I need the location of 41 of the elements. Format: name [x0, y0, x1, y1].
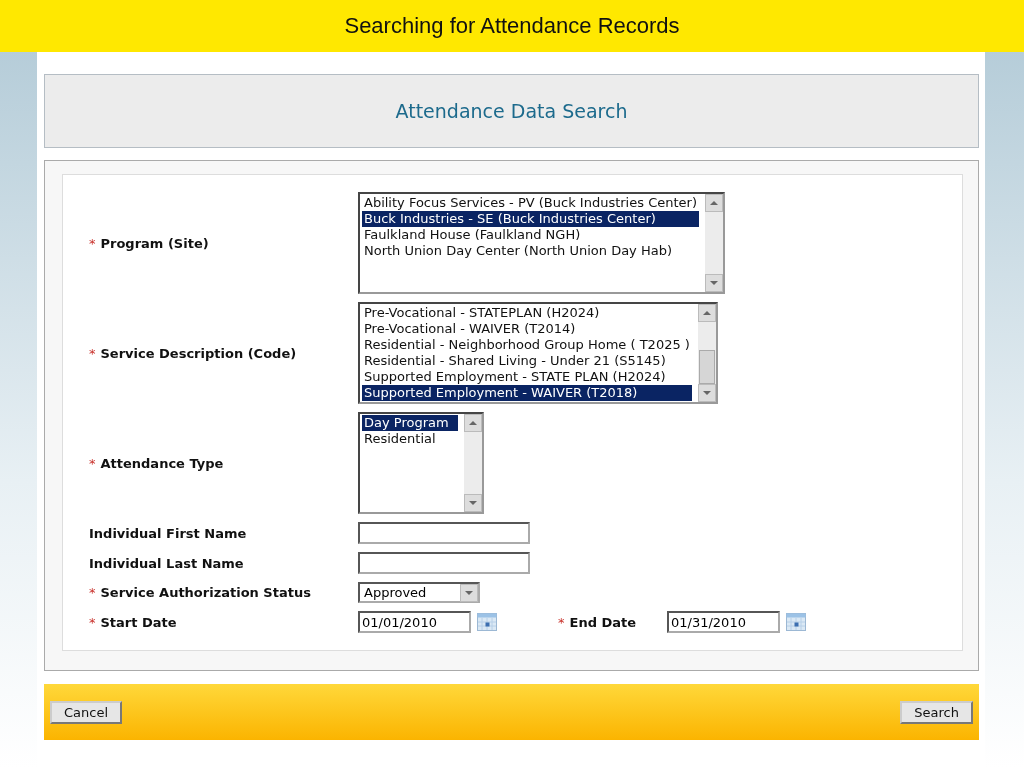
list-box[interactable]: Ability Focus Services - PV (Buck Industries Center) Buck Industries - SE (Buck Industries Center) Faulkland House (Faulkland NGH) North Union Day Center (North Union Day Hab)	[358, 192, 725, 294]
list-option[interactable]: Residential - Neighborhood Group Home ( T2025 )	[362, 337, 692, 353]
list-box[interactable]	[358, 302, 718, 404]
field-label: Individual First Name	[89, 525, 247, 541]
list-option[interactable]: Supported Employment - WAIVER (T2018)	[362, 385, 692, 401]
list-option[interactable]: Pre-Vocational - STATEPLAN (H2024)	[362, 305, 692, 321]
list-option[interactable]: North Union Day Center (North Union Day Hab)	[362, 243, 699, 259]
list-option[interactable]: Buck Industries - SE (Buck Industries Center)	[362, 211, 699, 227]
calendar-icon[interactable]	[477, 613, 497, 631]
form-header: Attendance Data Search	[44, 74, 979, 148]
date-field[interactable]: 01/31/2010	[667, 611, 780, 633]
field-label: Start Date	[100, 614, 177, 630]
status-dropdown[interactable]: Approved	[358, 582, 480, 603]
list-option[interactable]: Faulkland House (Faulkland NGH)	[362, 227, 699, 243]
required-asterisk: *	[558, 614, 565, 630]
list-option[interactable]: Pre-Vocational - WAIVER (T2014)	[362, 321, 692, 337]
field-label: Service Authorization Status	[100, 585, 311, 600]
list-option[interactable]: Residential - Shared Living - Under 21 (S5145)	[362, 353, 692, 369]
field-label: Individual Last Name	[89, 555, 244, 571]
text-field[interactable]	[358, 552, 530, 574]
list-box[interactable]: Day Program Residential	[358, 412, 484, 514]
required-asterisk: *	[89, 455, 96, 471]
required-asterisk: *	[89, 585, 96, 600]
list-option[interactable]: Residential	[362, 431, 458, 447]
required-asterisk: *	[89, 614, 96, 630]
calendar-icon[interactable]	[786, 613, 806, 631]
field-label: Attendance Type	[100, 455, 224, 471]
required-asterisk: *	[89, 235, 96, 251]
required-asterisk: *	[89, 345, 96, 361]
field-label: Program (Site)	[100, 235, 209, 251]
list-option[interactable]: Ability Focus Services - PV (Buck Industries Center)	[362, 195, 699, 211]
slide-title: Searching for Attendance Records	[344, 13, 680, 39]
scrollbar-thumb[interactable]	[698, 350, 715, 384]
date-field[interactable]: 01/01/2010	[358, 611, 471, 633]
field-label: End Date	[569, 614, 637, 630]
text-field[interactable]	[358, 522, 530, 544]
list-option[interactable]: Supported Employment - STATE PLAN (H2024)	[362, 369, 692, 385]
cancel-button[interactable]: Cancel	[50, 700, 123, 724]
field-label: Service Description (Code)	[100, 345, 297, 361]
list-option[interactable]: Day Program	[362, 415, 458, 431]
search-button[interactable]: Search	[900, 700, 973, 724]
